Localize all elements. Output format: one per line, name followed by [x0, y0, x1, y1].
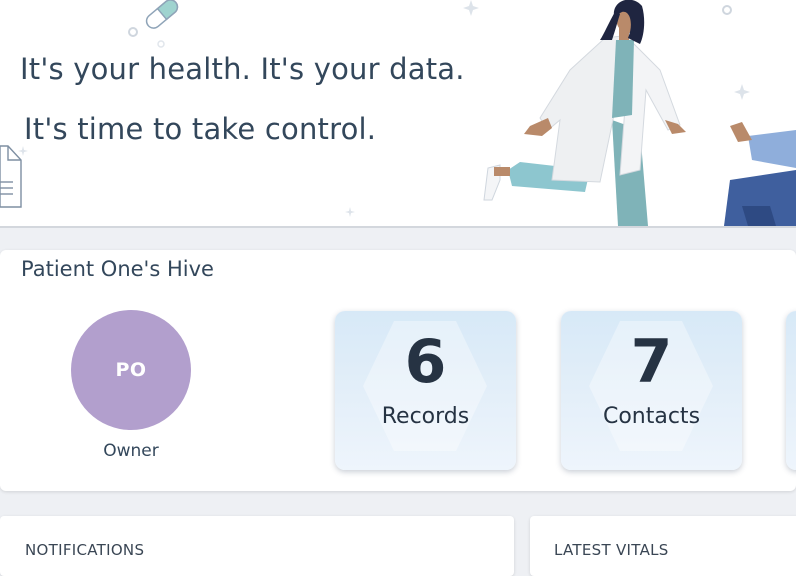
pill-icon — [145, 0, 179, 29]
circle-decoration — [157, 40, 165, 48]
stat-tile-partial[interactable] — [786, 311, 796, 470]
latest-vitals-panel: LATEST VITALS — [530, 516, 796, 576]
notifications-title: NOTIFICATIONS — [25, 541, 145, 559]
document-icon — [0, 145, 22, 208]
contacts-label: Contacts — [602, 404, 701, 429]
records-tile[interactable]: 6 Records — [335, 311, 516, 470]
contacts-tile[interactable]: 7 Contacts — [561, 311, 742, 470]
hero-headline: It's your health. It's your data. — [20, 52, 465, 86]
patient-illustration — [724, 122, 796, 226]
avatar[interactable]: PO — [71, 310, 191, 430]
circle-decoration — [128, 27, 138, 37]
notifications-panel: NOTIFICATIONS — [0, 516, 514, 576]
circle-decoration — [722, 5, 732, 15]
records-label: Records — [381, 404, 470, 429]
avatar-initials: PO — [115, 359, 147, 381]
hero-banner: It's your health. It's your data. It's t… — [0, 0, 796, 228]
hive-title: Patient One's Hive — [21, 257, 214, 281]
latest-vitals-title: LATEST VITALS — [554, 541, 669, 559]
hero-subheadline: It's time to take control. — [24, 112, 377, 146]
records-count: 6 — [404, 327, 447, 397]
doctor-illustration — [483, 0, 686, 226]
role-label: Owner — [103, 441, 159, 461]
contacts-count: 7 — [630, 327, 673, 397]
